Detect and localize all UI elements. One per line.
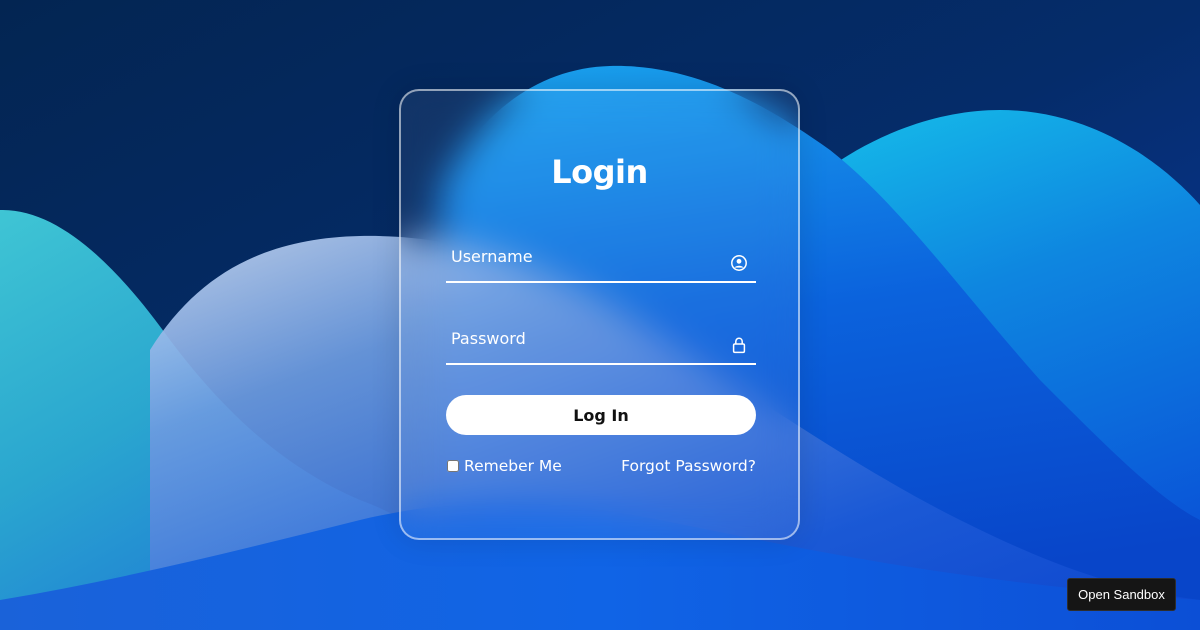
username-input[interactable] — [446, 245, 726, 281]
password-field: Password — [446, 327, 756, 365]
user-circle-icon — [731, 255, 747, 271]
open-sandbox-button[interactable]: Open Sandbox — [1067, 578, 1176, 611]
password-input[interactable] — [446, 327, 726, 363]
remember-forgot-row: Remeber Me Forgot Password? — [446, 457, 756, 479]
remember-label: Remeber Me — [464, 457, 562, 475]
lock-icon — [732, 337, 746, 354]
forgot-password-link[interactable]: Forgot Password? — [621, 457, 756, 475]
login-title: Login — [551, 153, 648, 191]
remember-checkbox[interactable] — [447, 460, 459, 472]
remember-me[interactable]: Remeber Me — [446, 457, 562, 475]
login-card: Login Username Password Log In Remeber M… — [399, 89, 800, 540]
login-button[interactable]: Log In — [446, 395, 756, 435]
username-field: Username — [446, 245, 756, 283]
